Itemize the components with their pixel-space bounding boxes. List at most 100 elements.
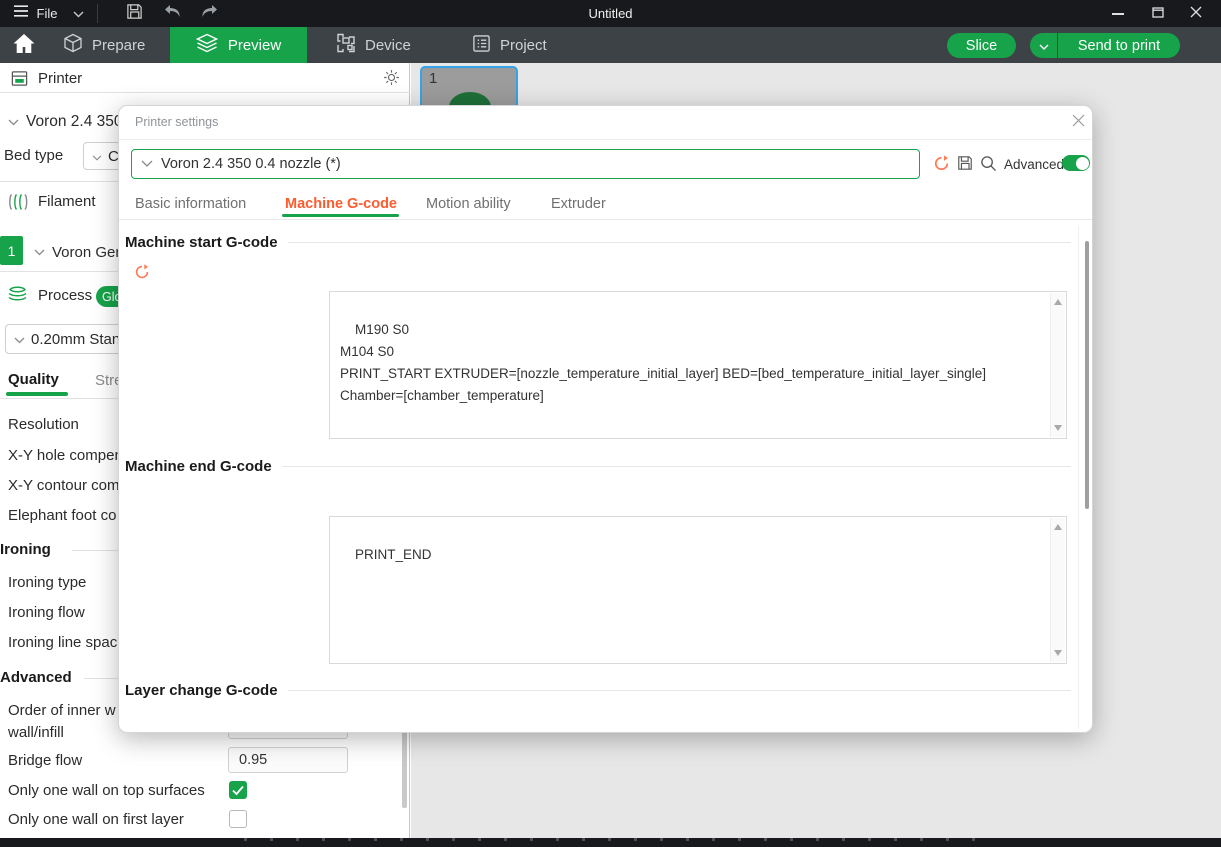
send-to-print-label: Send to print (1078, 38, 1160, 54)
tab-prepare-label: Prepare (92, 37, 145, 54)
only-first-label: Only one wall on first layer (8, 811, 184, 828)
filament-section-title: Filament (38, 193, 96, 210)
start-gcode-textarea[interactable]: M190 S0 M104 S0 PRINT_START EXTRUDER=[no… (329, 291, 1067, 439)
bridge-flow-label: Bridge flow (8, 752, 82, 769)
project-icon (472, 34, 491, 57)
advanced-toggle-label: Advanced (1004, 157, 1064, 172)
check-icon (229, 781, 247, 799)
filament-index: 1 (8, 243, 16, 259)
gcode-tab-underline (282, 214, 399, 217)
reset-preset-icon[interactable] (933, 155, 950, 177)
bridge-flow-value: 0.95 (239, 752, 267, 768)
prepare-icon (63, 33, 83, 57)
slice-button[interactable]: Slice (947, 33, 1016, 58)
close-button[interactable] (1179, 0, 1213, 27)
setting-item: Resolution (8, 416, 79, 433)
scroll-down-icon (1054, 650, 1062, 656)
dialog-scrollbar[interactable] (1085, 241, 1089, 509)
tab-prepare[interactable]: Prepare (63, 27, 163, 63)
main-navbar: Prepare Preview Device Project Slice Sen… (0, 27, 1221, 63)
setting-item: X-Y contour com (8, 477, 119, 494)
bridge-flow-input[interactable]: 0.95 (228, 747, 348, 773)
filament-icon (7, 193, 30, 216)
dialog-tabs-divider (119, 219, 1092, 220)
dialog-tab-motion[interactable]: Motion ability (426, 196, 511, 212)
scroll-down-icon (1054, 425, 1062, 431)
bottom-strip (0, 838, 1221, 847)
search-icon[interactable] (980, 155, 997, 177)
order-inner-wall-label: Order of inner w wall/infill (8, 700, 116, 744)
process-icon (7, 285, 28, 307)
scroll-up-icon (1054, 299, 1062, 305)
chevron-down-icon (92, 148, 102, 165)
dialog-scroll-gutter (1078, 226, 1079, 729)
tab-project-label: Project (500, 37, 547, 54)
chevron-down-icon (14, 331, 25, 348)
dialog-close-icon[interactable] (1071, 113, 1086, 133)
chevron-down-icon (34, 243, 45, 261)
home-button[interactable] (6, 27, 42, 63)
titlebar: File Untitled (0, 0, 1221, 27)
end-gcode-text: PRINT_END (355, 547, 432, 562)
chevron-down-icon (1039, 38, 1049, 54)
tab-preview-label: Preview (228, 37, 281, 54)
dialog-tab-gcode[interactable]: Machine G-code (285, 196, 397, 212)
send-to-print-button[interactable]: Send to print (1058, 33, 1180, 58)
send-dropdown-button[interactable] (1030, 33, 1057, 58)
tab-preview[interactable]: Preview (170, 27, 307, 63)
printer-settings-dialog: Printer settings Voron 2.4 350 0.4 nozzl… (118, 105, 1093, 733)
dialog-title: Printer settings (135, 115, 218, 129)
only-top-checkbox[interactable] (229, 781, 247, 799)
setting-item: X-Y hole compen (8, 447, 123, 464)
minimize-button[interactable] (1101, 0, 1135, 27)
close-icon (1190, 5, 1202, 23)
bed-type-label: Bed type (4, 147, 63, 164)
tab-device-label: Device (365, 37, 411, 54)
chevron-down-icon (8, 113, 19, 131)
bed-type-dropdown[interactable]: Co (83, 142, 119, 170)
setting-item: Ironing flow (8, 604, 85, 621)
maximize-icon (1152, 5, 1164, 23)
setting-item: Elephant foot co (8, 507, 116, 524)
process-preset-value: 0.20mm Stand (31, 331, 119, 348)
tab-project[interactable]: Project (472, 27, 562, 63)
end-gcode-textarea[interactable]: PRINT_END (329, 516, 1067, 664)
start-gcode-title: Machine start G-code (125, 234, 288, 251)
dialog-preset-value: Voron 2.4 350 0.4 nozzle (*) (161, 156, 341, 172)
end-gcode-title: Machine end G-code (125, 458, 282, 475)
gear-icon[interactable] (383, 69, 400, 91)
quality-tab-underline (6, 392, 68, 396)
ironing-section-title: Ironing (0, 541, 51, 558)
dialog-tab-basic[interactable]: Basic information (135, 196, 246, 212)
setting-item: Ironing type (8, 574, 86, 591)
textarea-scrollbar[interactable] (1050, 518, 1065, 662)
printer-preset-dropdown[interactable]: Voron 2.4 350 0 (8, 113, 135, 131)
toggle-knob (1076, 157, 1089, 170)
process-preset-dropdown[interactable]: 0.20mm Stand (5, 324, 119, 354)
printer-section-title: Printer (38, 70, 82, 87)
home-icon (12, 33, 36, 58)
plate-number: 1 (429, 70, 437, 87)
dialog-preset-dropdown[interactable]: Voron 2.4 350 0.4 nozzle (*) (131, 149, 920, 179)
filament-index-badge[interactable]: 1 (0, 236, 23, 265)
layer-gcode-title: Layer change G-code (125, 682, 288, 699)
tab-device[interactable]: Device (336, 27, 426, 63)
slice-button-label: Slice (966, 38, 997, 54)
only-first-checkbox[interactable] (229, 810, 247, 828)
reset-start-gcode-icon[interactable] (134, 264, 150, 285)
printer-icon (10, 69, 29, 93)
scroll-up-icon (1054, 524, 1062, 530)
maximize-button[interactable] (1141, 0, 1175, 27)
advanced-toggle[interactable] (1062, 155, 1090, 171)
chevron-down-icon (141, 156, 153, 172)
minimize-icon (1112, 13, 1124, 15)
tab-quality[interactable]: Quality (8, 371, 59, 388)
device-icon (336, 33, 356, 57)
textarea-scrollbar[interactable] (1050, 293, 1065, 437)
setting-item: Ironing line spac (8, 634, 117, 651)
save-preset-icon[interactable] (957, 155, 973, 176)
process-section-title: Process (38, 287, 92, 304)
only-top-label: Only one wall on top surfaces (8, 782, 205, 799)
preview-icon (196, 33, 218, 57)
dialog-tab-extruder[interactable]: Extruder (551, 196, 606, 212)
